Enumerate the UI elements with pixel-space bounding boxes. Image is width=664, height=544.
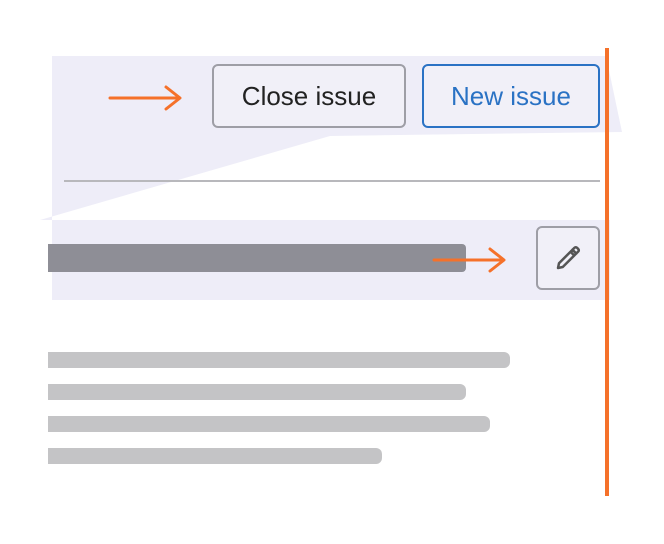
diagram-canvas: Close issue New issue	[0, 0, 664, 544]
text-placeholder-line	[48, 384, 466, 400]
new-issue-button[interactable]: New issue	[422, 64, 600, 128]
arrow-icon	[432, 247, 506, 273]
divider	[64, 180, 600, 182]
issue-title-placeholder	[48, 244, 466, 272]
pencil-icon	[556, 245, 581, 270]
text-placeholder-line	[48, 416, 490, 432]
vertical-guide-line	[605, 48, 609, 496]
text-placeholder-line	[48, 448, 382, 464]
arrow-icon	[108, 85, 182, 111]
close-issue-button[interactable]: Close issue	[212, 64, 406, 128]
edit-button[interactable]	[536, 226, 600, 290]
text-placeholder-line	[48, 352, 510, 368]
